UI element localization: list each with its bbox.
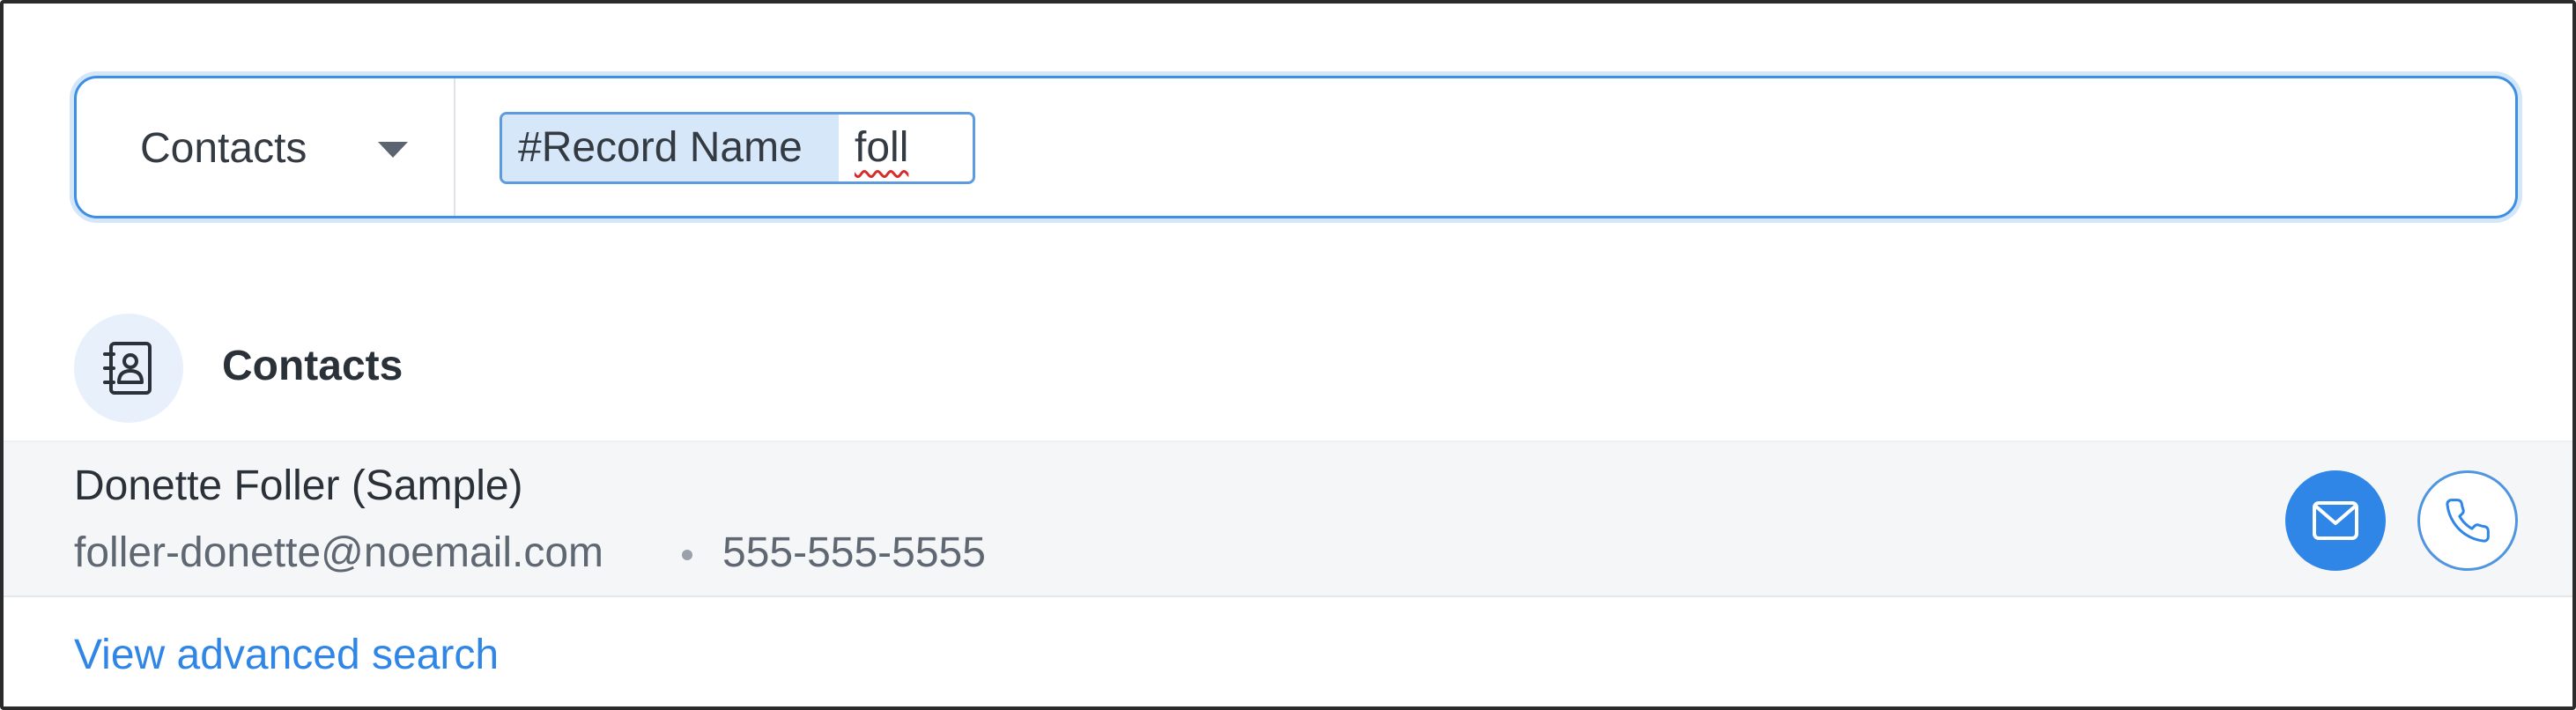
search-bar: Contacts #Record Name foll	[74, 76, 2518, 218]
caret-down-icon	[378, 142, 408, 158]
result-email: foller-donette@noemail.com	[74, 529, 604, 576]
search-filter-chip[interactable]: #Record Name foll	[500, 112, 975, 184]
chip-field-name: #Record Name	[502, 115, 839, 181]
separator-dot	[682, 550, 692, 560]
module-dropdown[interactable]: Contacts	[77, 78, 455, 216]
contact-card-icon	[103, 342, 152, 395]
result-item[interactable]: Donette Foller (Sample) foller-donette@n…	[4, 440, 2572, 597]
results-module-title: Contacts	[222, 343, 403, 389]
contacts-module-badge	[74, 314, 183, 423]
view-advanced-search-link[interactable]: View advanced search	[74, 631, 499, 680]
send-email-button[interactable]	[2285, 470, 2386, 571]
result-name[interactable]: Donette Foller (Sample)	[74, 462, 523, 511]
result-phone: 555-555-5555	[722, 529, 986, 576]
search-popup: Contacts #Record Name foll Contacts Done…	[0, 0, 2576, 710]
phone-icon	[2446, 499, 2490, 543]
chip-search-input[interactable]: foll	[855, 115, 908, 181]
envelope-icon	[2313, 501, 2358, 540]
call-button[interactable]	[2417, 470, 2518, 571]
module-dropdown-label: Contacts	[140, 125, 307, 172]
